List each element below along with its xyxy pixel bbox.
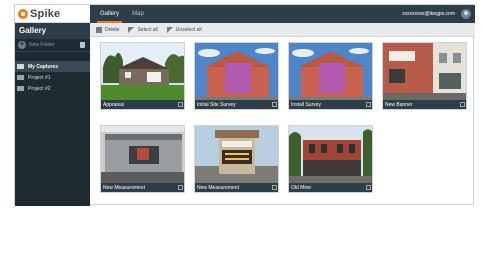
card-checkbox[interactable] — [272, 102, 277, 107]
app-window: Spike Gallery + New Folder My Captures P… — [14, 4, 475, 206]
user-email: xxxxxxxxx@ikegps.com — [402, 11, 455, 17]
card-checkbox[interactable] — [366, 185, 371, 190]
delete-label: Delete — [105, 26, 120, 33]
card-title: New Measurement — [103, 184, 145, 191]
card-title: New Measurement — [197, 184, 239, 191]
sidebar: Spike Gallery + New Folder My Captures P… — [15, 5, 90, 206]
card-caption: New Measurement — [195, 183, 278, 192]
gallery-card[interactable]: New Measurement — [100, 125, 185, 193]
tab-gallery[interactable]: Gallery — [97, 5, 122, 23]
card-caption: Initial Site Survey — [195, 100, 278, 109]
gallery-card[interactable]: New Measurement — [194, 125, 279, 193]
unselect-all-label: Unselect all — [175, 26, 202, 33]
select-all-label: Select all — [137, 26, 158, 33]
top-bar: Gallery Map xxxxxxxxx@ikegps.com — [90, 5, 475, 23]
gallery-card[interactable]: Initial Site Survey — [194, 42, 279, 110]
sidebar-title: Gallery — [15, 23, 90, 39]
trash-icon — [96, 26, 102, 33]
card-caption: New Measurement — [101, 183, 184, 192]
gallery-card[interactable]: New Banner — [382, 42, 467, 110]
photo-thumbnail — [195, 126, 278, 185]
select-all-icon — [128, 26, 135, 33]
unselect-all-icon — [166, 26, 173, 33]
card-title: Install Survey — [291, 101, 322, 108]
sidebar-item-project-1[interactable]: Project #1 — [15, 72, 90, 83]
toolbar: Delete Select all Unselect all — [90, 23, 475, 37]
select-all-button[interactable]: Select all — [128, 26, 158, 33]
folder-label: My Captures — [28, 63, 59, 70]
trash-icon[interactable] — [80, 42, 85, 48]
new-folder-row[interactable]: + New Folder — [15, 39, 90, 52]
card-title: New Banner — [385, 101, 413, 108]
folder-list: My Captures Project #1 Project #2 — [15, 61, 90, 94]
card-checkbox[interactable] — [460, 102, 465, 107]
user-avatar-icon[interactable] — [461, 9, 471, 19]
gallery-card[interactable]: Appraisal — [100, 42, 185, 110]
card-checkbox[interactable] — [366, 102, 371, 107]
card-caption: Install Survey — [289, 100, 372, 109]
photo-thumbnail — [383, 43, 466, 102]
delete-button[interactable]: Delete — [96, 26, 120, 33]
tab-map[interactable]: Map — [128, 5, 148, 23]
photo-thumbnail — [289, 43, 372, 102]
folder-icon — [17, 64, 24, 69]
logo: Spike — [15, 5, 90, 23]
folder-label: Project #1 — [28, 74, 51, 81]
photo-thumbnail — [101, 126, 184, 185]
card-checkbox[interactable] — [178, 185, 183, 190]
photo-thumbnail — [289, 126, 372, 185]
folder-icon — [17, 86, 24, 91]
card-title: Old Mine — [291, 184, 312, 191]
card-title: Appraisal — [103, 101, 124, 108]
card-checkbox[interactable] — [272, 185, 277, 190]
plus-icon[interactable]: + — [18, 41, 26, 49]
folder-label: Project #2 — [28, 85, 51, 92]
sidebar-item-project-2[interactable]: Project #2 — [15, 83, 90, 94]
folder-icon — [17, 75, 24, 80]
gallery-card[interactable]: Old Mine — [288, 125, 373, 193]
new-folder-placeholder[interactable]: New Folder — [29, 42, 80, 48]
card-caption: Appraisal — [101, 100, 184, 109]
card-caption: New Banner — [383, 100, 466, 109]
card-title: Initial Site Survey — [197, 101, 236, 108]
photo-thumbnail — [101, 43, 184, 102]
gallery-card[interactable]: Install Survey — [288, 42, 373, 110]
card-caption: Old Mine — [289, 183, 372, 192]
spike-logo-icon — [18, 8, 28, 19]
sidebar-item-my-captures[interactable]: My Captures — [15, 61, 90, 72]
unselect-all-button[interactable]: Unselect all — [166, 26, 202, 33]
logo-text: Spike — [30, 7, 61, 20]
photo-thumbnail — [195, 43, 278, 102]
photo-gallery-grid: Appraisal Initial Site Survey Install Su… — [90, 37, 475, 206]
card-checkbox[interactable] — [178, 102, 183, 107]
